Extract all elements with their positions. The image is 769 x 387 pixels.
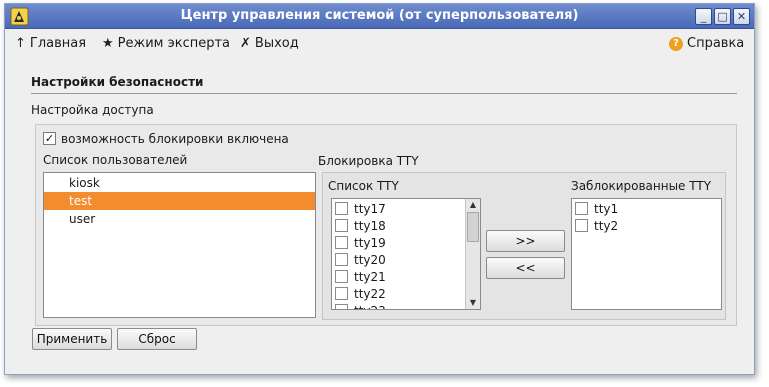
- tty-checkbox[interactable]: [575, 202, 588, 215]
- tty-checkbox[interactable]: [335, 287, 348, 300]
- tty-checkbox[interactable]: [335, 236, 348, 249]
- list-item-user[interactable]: user: [44, 210, 315, 228]
- scroll-up-arrow-icon[interactable]: ▲: [466, 199, 480, 211]
- exit-label: Выход: [254, 36, 299, 51]
- list-item-user[interactable]: kiosk: [44, 174, 315, 192]
- tty-list[interactable]: tty17 tty18 tty19 tty20 tty21 tty22 tty2…: [331, 198, 481, 310]
- list-item-tty[interactable]: tty20: [335, 251, 386, 268]
- tty-checkbox[interactable]: [335, 253, 348, 266]
- tty-label: tty20: [354, 252, 386, 267]
- section-divider: [31, 93, 737, 94]
- access-settings-label: Настройка доступа: [31, 103, 154, 117]
- help-button[interactable]: ? Справка: [669, 36, 744, 51]
- lock-enabled-label: возможность блокировки включена: [61, 132, 289, 146]
- expert-mode-label: Режим эксперта: [117, 36, 231, 51]
- locked-tty-header: Заблокированные TTY: [571, 179, 712, 193]
- home-label: Главная: [29, 36, 87, 51]
- window-title: Центр управления системой (от суперпольз…: [180, 8, 579, 23]
- list-item-tty[interactable]: tty17: [335, 200, 386, 217]
- cross-tools-icon: ✗: [240, 36, 251, 51]
- question-icon: ?: [669, 36, 683, 51]
- scrollbar-thumb[interactable]: [467, 212, 479, 242]
- move-left-button[interactable]: <<: [486, 257, 565, 279]
- list-item-tty[interactable]: tty18: [335, 217, 386, 234]
- tty-checkbox[interactable]: [335, 304, 348, 309]
- title-bar[interactable]: Центр управления системой (от суперпольз…: [5, 4, 754, 29]
- scroll-down-arrow-icon[interactable]: ▼: [466, 297, 480, 309]
- expert-mode-button[interactable]: ★ Режим эксперта: [102, 36, 230, 51]
- main-window: Центр управления системой (от суперпольз…: [4, 3, 755, 375]
- toolbar: ↑ Главная ★ Режим эксперта ✗ Выход ? Спр…: [5, 30, 754, 58]
- tty-label: tty2: [594, 218, 619, 233]
- list-item-locked-tty[interactable]: tty2: [575, 217, 618, 234]
- tty-label: tty22: [354, 286, 386, 301]
- tty-label: tty19: [354, 235, 386, 250]
- arrow-up-icon: ↑: [15, 36, 26, 51]
- list-item-tty[interactable]: tty19: [335, 234, 386, 251]
- tty-label: tty21: [354, 269, 386, 284]
- reset-button[interactable]: Сброс: [117, 328, 197, 350]
- tty-checkbox[interactable]: [335, 219, 348, 232]
- tty-label: tty23: [354, 304, 386, 310]
- star-icon: ★: [102, 36, 114, 51]
- locked-tty-list[interactable]: tty1 tty2: [571, 198, 722, 310]
- close-button[interactable]: ✕: [733, 8, 750, 25]
- list-item-user-selected[interactable]: test: [44, 192, 315, 210]
- list-item-locked-tty[interactable]: tty1: [575, 200, 618, 217]
- move-right-button[interactable]: >>: [486, 230, 565, 252]
- list-item-tty[interactable]: tty22: [335, 285, 386, 302]
- users-list[interactable]: kiosk test user: [43, 172, 316, 318]
- maximize-button[interactable]: □: [714, 8, 731, 25]
- tty-list-scrollbar[interactable]: ▲ ▼: [465, 199, 480, 309]
- tty-label: tty17: [354, 201, 386, 216]
- tty-label: tty18: [354, 218, 386, 233]
- help-label: Справка: [687, 36, 745, 51]
- users-list-header: Список пользователей: [43, 153, 188, 167]
- list-item-tty[interactable]: tty23: [335, 302, 386, 310]
- lock-enabled-checkbox[interactable]: ✓: [43, 132, 56, 145]
- tty-checkbox[interactable]: [335, 270, 348, 283]
- list-item-tty[interactable]: tty21: [335, 268, 386, 285]
- tty-checkbox[interactable]: [575, 219, 588, 232]
- tty-list-header: Список TTY: [328, 179, 399, 193]
- tty-label: tty1: [594, 201, 619, 216]
- tty-checkbox[interactable]: [335, 202, 348, 215]
- home-button[interactable]: ↑ Главная: [15, 36, 86, 51]
- apply-button[interactable]: Применить: [32, 328, 112, 350]
- tty-lock-label: Блокировка TTY: [318, 154, 419, 168]
- minimize-button[interactable]: _: [695, 8, 712, 25]
- section-title: Настройки безопасности: [31, 75, 204, 89]
- exit-button[interactable]: ✗ Выход: [240, 36, 299, 51]
